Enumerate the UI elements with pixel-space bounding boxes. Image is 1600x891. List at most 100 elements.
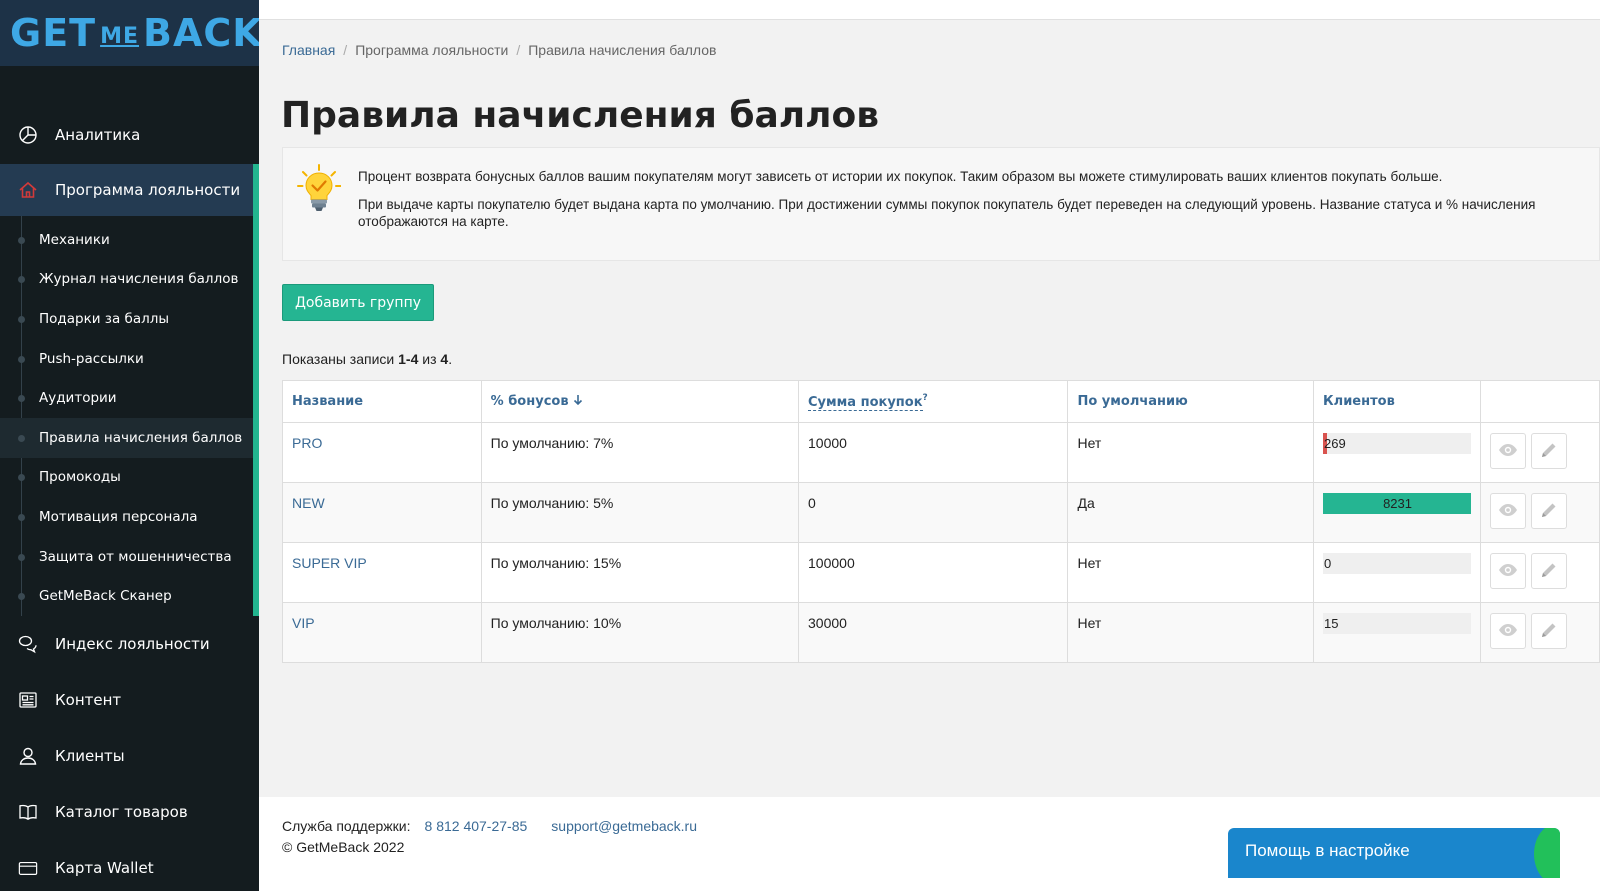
breadcrumb: Главная / Программа лояльности / Правила нач… [282, 42, 717, 58]
eye-icon [1498, 563, 1518, 580]
col-bonus-label: % бонусов [490, 394, 569, 409]
submenu-item-push[interactable]: Push-рассылки [0, 339, 253, 379]
col-header-name[interactable]: Название [282, 380, 482, 423]
clients-progress-bar: 15 [1323, 613, 1472, 634]
submenu-item-promocodes[interactable]: Промокоды [0, 458, 253, 498]
sum-hint[interactable]: ? [923, 393, 928, 403]
table-header-row: Название % бонусов Сумма покупок? По умо… [282, 380, 1600, 423]
col-name-label: Название [292, 394, 364, 409]
cell-clients: 8231 [1313, 482, 1482, 543]
copyright: © GetMeBack 2022 [282, 839, 405, 855]
table-row: VIP По умолчанию: 10% 30000 Нет 15 [282, 602, 1600, 663]
submenu-item-gifts[interactable]: Подарки за баллы [0, 299, 253, 339]
sidebar-item-clients[interactable]: Клиенты [0, 728, 259, 784]
cell-clients: 15 [1313, 602, 1482, 663]
logo[interactable]: GET ME BACK [0, 0, 259, 66]
loyalty-submenu: Механики Журнал начисления баллов Подарк… [0, 216, 259, 616]
summary-suffix: . [448, 351, 453, 367]
summary-range: 1-4 [398, 351, 419, 367]
group-name-link[interactable]: SUPER VIP [292, 555, 367, 571]
cell-actions [1480, 602, 1600, 663]
sidebar-item-wallet[interactable]: Карта Wallet [0, 840, 259, 891]
user-icon [18, 746, 38, 766]
clients-progress-bar: 8231 [1323, 493, 1472, 514]
chat-bubbles-icon [18, 634, 38, 654]
view-button[interactable] [1490, 493, 1527, 529]
submenu-item-scanner[interactable]: GetMeBack Сканер [0, 576, 253, 616]
sidebar-item-label: Аналитика [55, 126, 141, 144]
sidebar-item-label: Клиенты [55, 746, 125, 765]
cell-name: NEW [282, 482, 482, 543]
card-icon [18, 858, 38, 878]
sidebar-item-analytics[interactable]: Аналитика [0, 106, 259, 164]
view-button[interactable] [1490, 553, 1527, 589]
sidebar-item-catalog[interactable]: Каталог товаров [0, 784, 259, 840]
eye-icon [1498, 623, 1518, 640]
submenu-item-points-log[interactable]: Журнал начисления баллов [0, 260, 253, 300]
edit-button[interactable] [1531, 613, 1568, 649]
sidebar-item-label: Каталог товаров [55, 802, 188, 821]
info-box: Процент возврата бонусных баллов вашим п… [282, 147, 1600, 261]
info-text-1: Процент возврата бонусных баллов вашим п… [358, 169, 1443, 184]
eye-icon [1498, 503, 1518, 520]
cell-name: VIP [282, 602, 482, 663]
col-header-default[interactable]: По умолчанию [1067, 380, 1315, 423]
top-bar [259, 0, 1600, 20]
submenu-item-staff-motivation[interactable]: Мотивация персонала [0, 497, 253, 537]
col-header-bonus[interactable]: % бонусов [480, 380, 800, 423]
group-name-link[interactable]: VIP [292, 615, 315, 631]
logo-get: GET [10, 11, 97, 55]
col-header-actions [1480, 380, 1600, 423]
clients-count: 8231 [1383, 496, 1412, 511]
submenu-item-mechanics[interactable]: Механики [0, 220, 253, 260]
group-name-link[interactable]: PRO [292, 435, 322, 451]
summary-prefix: Показаны записи [282, 351, 399, 367]
cell-actions [1480, 482, 1600, 543]
pencil-icon [1540, 561, 1558, 582]
edit-button[interactable] [1531, 553, 1568, 589]
col-header-clients[interactable]: Клиентов [1313, 380, 1482, 423]
cell-name: SUPER VIP [282, 542, 482, 603]
cell-sum: 30000 [798, 602, 1069, 663]
submenu-item-fraud-protection[interactable]: Защита от мошенничества [0, 537, 253, 577]
sidebar-item-label: Программа лояльности [55, 181, 241, 199]
breadcrumb-home[interactable]: Главная [282, 42, 335, 58]
pie-chart-icon [18, 125, 38, 145]
cell-bonus: По умолчанию: 15% [480, 542, 800, 603]
sidebar-item-loyalty[interactable]: Программа лояльности [0, 164, 259, 216]
view-button[interactable] [1490, 613, 1527, 649]
cell-default: Да [1067, 482, 1315, 543]
cell-actions [1480, 422, 1600, 483]
cell-actions [1480, 542, 1600, 603]
col-default-label: По умолчанию [1077, 394, 1188, 409]
home-icon [18, 180, 38, 200]
clients-count: 0 [1324, 556, 1332, 571]
table-row: SUPER VIP По умолчанию: 15% 100000 Нет 0 [282, 542, 1600, 603]
help-widget[interactable]: Помощь в настройке [1228, 828, 1560, 878]
col-header-sum[interactable]: Сумма покупок? [798, 380, 1069, 423]
info-text-2: При выдаче карты покупателю будет выдана… [358, 197, 1536, 229]
sidebar-item-content[interactable]: Контент [0, 672, 259, 728]
submenu-item-audiences[interactable]: Аудитории [0, 378, 253, 418]
support-label: Служба поддержки: [282, 818, 411, 834]
submenu-item-points-rules[interactable]: Правила начисления баллов [0, 417, 253, 458]
edit-button[interactable] [1531, 493, 1568, 529]
cell-default: Нет [1067, 602, 1315, 663]
logo-back: BACK [143, 11, 259, 55]
support-phone-link[interactable]: 8 812 407-27-85 [425, 818, 528, 834]
clients-progress-bar: 0 [1323, 553, 1472, 574]
breadcrumb-loyalty[interactable]: Программа лояльности [355, 42, 508, 58]
logo-me: ME [100, 24, 139, 49]
cell-bonus: По умолчанию: 10% [480, 602, 800, 663]
edit-button[interactable] [1531, 433, 1568, 469]
arrow-down-icon [573, 394, 583, 409]
sidebar-item-loyalty-index[interactable]: Индекс лояльности [0, 616, 259, 672]
newspaper-icon [18, 690, 38, 710]
view-button[interactable] [1490, 433, 1527, 469]
add-group-button[interactable]: Добавить группу [282, 284, 434, 321]
sidebar-item-label: Индекс лояльности [55, 634, 210, 653]
sidebar-item-label: Контент [55, 690, 122, 709]
group-name-link[interactable]: NEW [292, 495, 325, 511]
cell-sum: 0 [798, 482, 1069, 543]
support-email-link[interactable]: support@getmeback.ru [551, 818, 697, 834]
